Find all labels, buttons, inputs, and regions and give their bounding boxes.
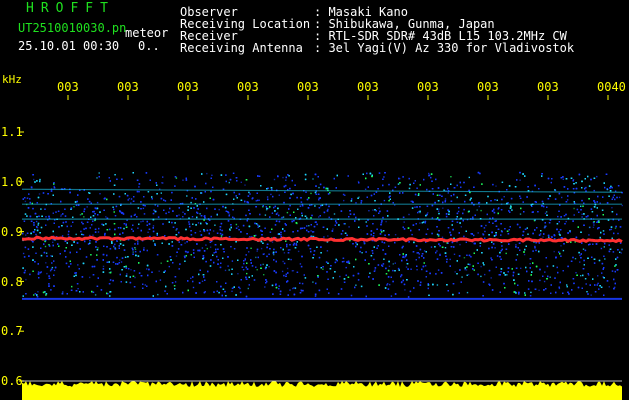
echo-line — [21, 235, 623, 244]
signal-level-bar — [22, 381, 622, 400]
spectrogram-plot — [19, 95, 623, 400]
